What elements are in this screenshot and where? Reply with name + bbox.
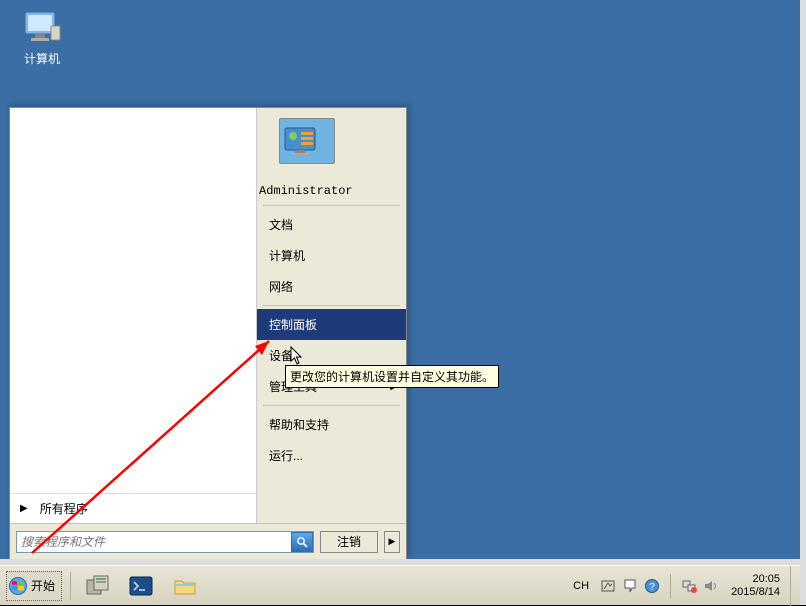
language-indicator[interactable]: CH — [568, 577, 594, 595]
sidebar-item-run[interactable]: 运行... — [257, 440, 406, 471]
tray-network-icon[interactable] — [681, 578, 697, 594]
taskbar: 开始 CH ? 20:05 2015/8/14 — [0, 565, 800, 605]
desktop[interactable]: 计算机 ▶ 所有程序 Administrator 文档 计算机 — [0, 0, 800, 559]
windows-logo-icon — [9, 577, 27, 595]
menu-item-label: 帮助和支持 — [269, 416, 329, 433]
user-name: Administrator — [257, 178, 406, 202]
taskbar-powershell[interactable] — [119, 571, 163, 601]
menu-item-label: 网络 — [269, 278, 293, 295]
chevron-right-icon: ▶ — [389, 536, 396, 547]
taskbar-server-manager[interactable] — [75, 571, 119, 601]
sidebar-item-documents[interactable]: 文档 — [257, 209, 406, 240]
system-tray: CH ? 20:05 2015/8/14 — [564, 573, 790, 599]
start-menu-footer: 注销 ▶ — [10, 523, 406, 559]
separator — [263, 405, 400, 406]
tray-volume-icon[interactable] — [703, 578, 719, 594]
menu-item-label: 控制面板 — [269, 316, 317, 333]
sidebar-item-network[interactable]: 网络 — [257, 271, 406, 302]
start-menu-right-pane: Administrator 文档 计算机 网络 控制面板 设备 管理工具▶ 帮助… — [257, 108, 406, 523]
search-box[interactable] — [16, 531, 314, 553]
logoff-button[interactable]: 注销 — [320, 531, 378, 553]
computer-icon — [21, 8, 63, 48]
sidebar-item-help-support[interactable]: 帮助和支持 — [257, 409, 406, 440]
search-input[interactable] — [17, 535, 291, 549]
scrollbar-corner — [800, 559, 806, 605]
tray-separator — [670, 574, 671, 598]
start-label: 开始 — [31, 577, 55, 594]
svg-text:?: ? — [649, 582, 655, 593]
taskbar-separator — [70, 572, 71, 600]
sidebar-item-computer[interactable]: 计算机 — [257, 240, 406, 271]
all-programs[interactable]: ▶ 所有程序 — [10, 493, 256, 523]
start-menu: ▶ 所有程序 Administrator 文档 计算机 网络 控制面板 设备 — [9, 107, 407, 559]
menu-item-label: 计算机 — [269, 247, 305, 264]
show-desktop-button[interactable] — [790, 566, 800, 606]
tray-shortcut-icon[interactable] — [600, 578, 616, 594]
scrollbar-horizontal[interactable] — [0, 559, 800, 565]
scrollbar-vertical[interactable] — [800, 0, 806, 559]
search-button[interactable] — [291, 532, 313, 552]
tray-action-center-icon[interactable] — [622, 578, 638, 594]
logoff-options-button[interactable]: ▶ — [384, 531, 400, 553]
desktop-icon-computer[interactable]: 计算机 — [12, 8, 72, 67]
desktop-icon-label: 计算机 — [12, 50, 72, 67]
clock-time: 20:05 — [731, 573, 780, 586]
clock[interactable]: 20:05 2015/8/14 — [725, 573, 786, 599]
user-picture-icon — [279, 118, 335, 164]
all-programs-label: 所有程序 — [40, 500, 88, 517]
start-menu-left-pane: ▶ 所有程序 — [10, 108, 257, 523]
separator — [263, 305, 400, 306]
clock-date: 2015/8/14 — [731, 586, 780, 599]
menu-item-label: 设备 — [269, 347, 293, 364]
search-icon — [296, 536, 308, 548]
user-tile[interactable] — [257, 108, 406, 178]
separator — [263, 205, 400, 206]
menu-item-label: 文档 — [269, 216, 293, 233]
tooltip: 更改您的计算机设置并自定义其功能。 — [285, 365, 499, 388]
logoff-label: 注销 — [337, 533, 361, 550]
arrow-right-icon: ▶ — [20, 503, 28, 514]
menu-item-label: 运行... — [269, 447, 303, 464]
taskbar-explorer[interactable] — [163, 571, 207, 601]
start-button[interactable]: 开始 — [6, 571, 62, 601]
sidebar-item-control-panel[interactable]: 控制面板 — [257, 309, 406, 340]
tray-help-icon[interactable]: ? — [644, 578, 660, 594]
